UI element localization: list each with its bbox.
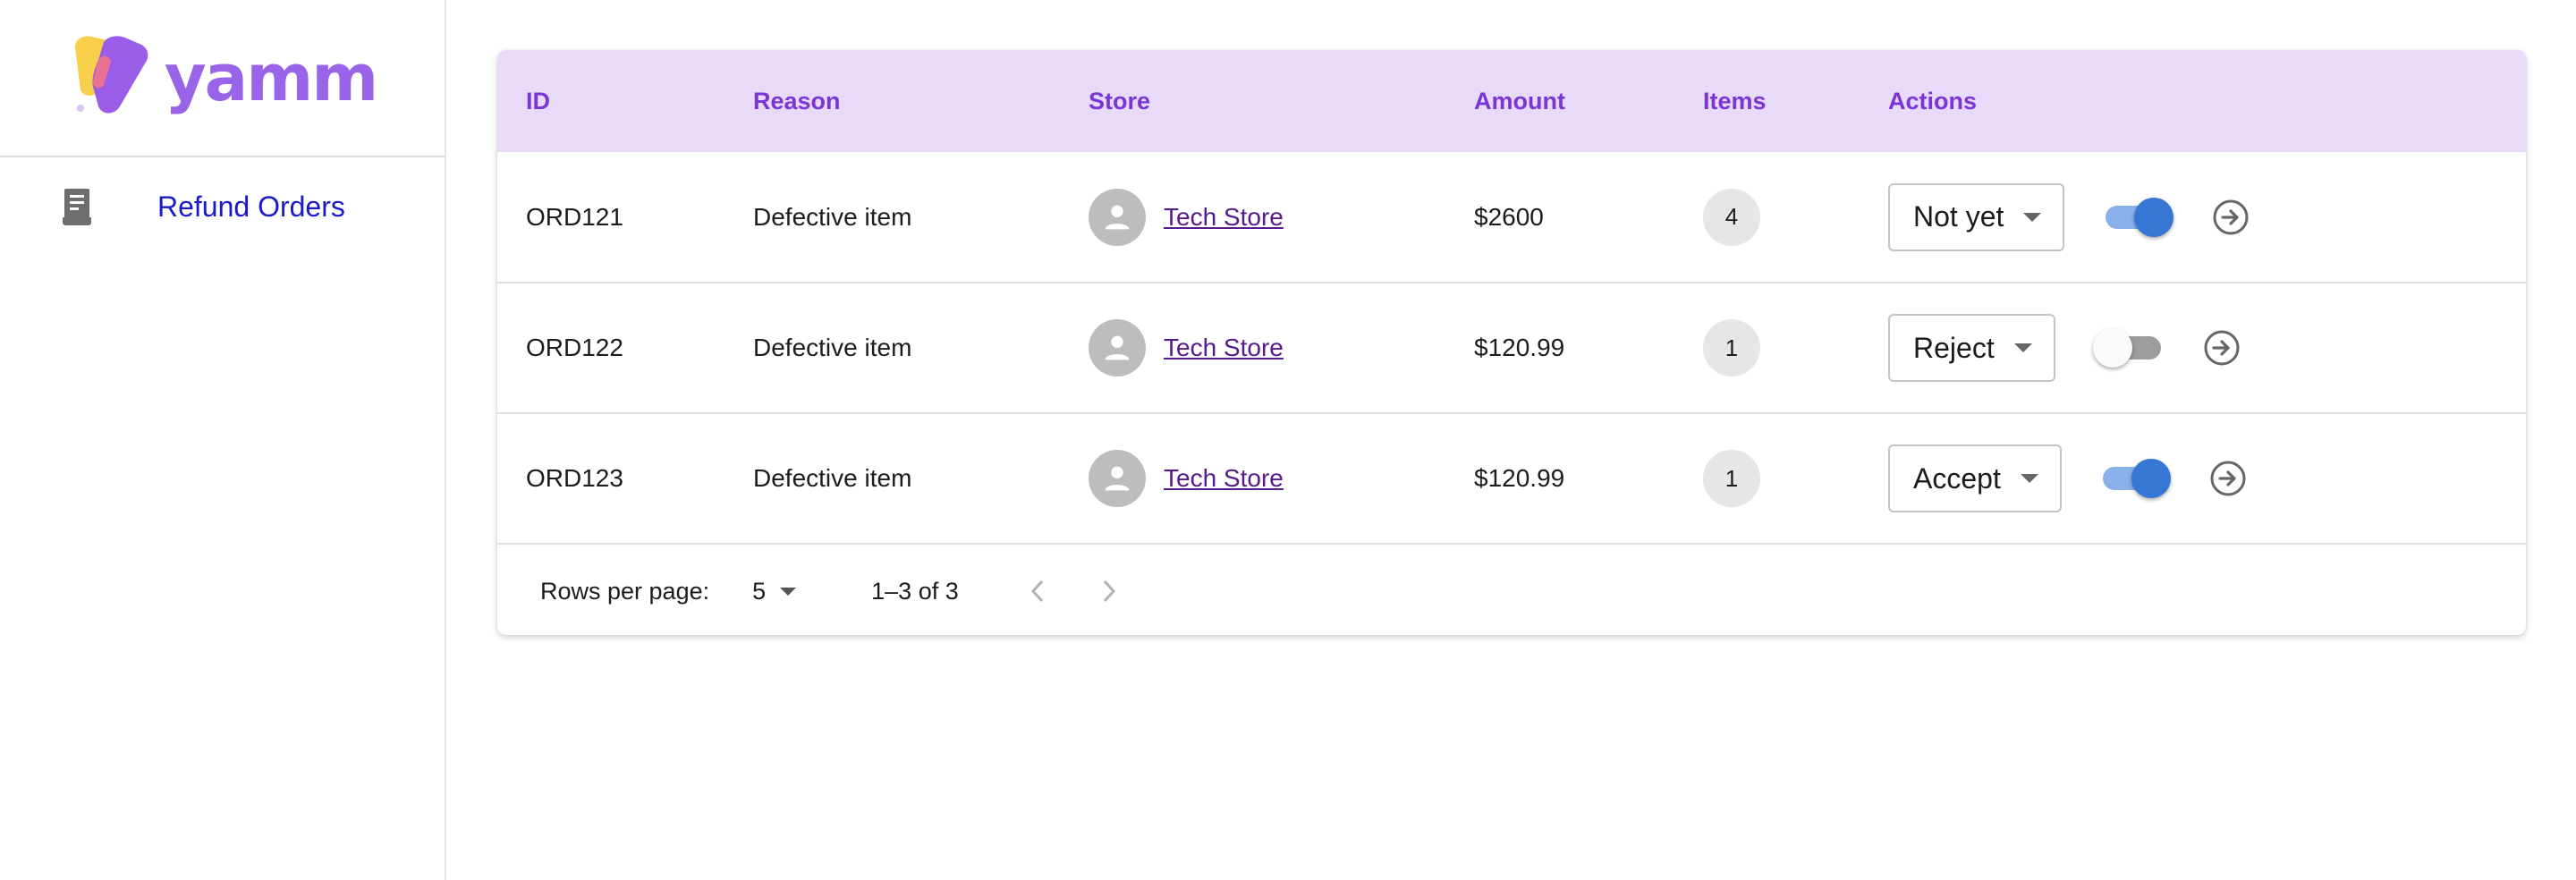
- active-toggle[interactable]: [2092, 328, 2165, 368]
- table-row: ORD122 Defective item Tech Store $120.99…: [497, 283, 2526, 413]
- rows-per-page-label: Rows per page:: [540, 577, 710, 605]
- toggle-thumb: [2092, 328, 2132, 368]
- store-link[interactable]: Tech Store: [1164, 464, 1284, 493]
- store-avatar-icon: [1089, 319, 1146, 377]
- column-header-id[interactable]: ID: [497, 50, 724, 152]
- logo-area: yamm: [0, 0, 445, 157]
- brand-logo[interactable]: yamm: [68, 35, 379, 121]
- sidebar-item-label: Refund Orders: [157, 190, 345, 223]
- column-header-actions: Actions: [1888, 87, 1978, 114]
- refund-amount: $120.99: [1474, 334, 1565, 361]
- sidebar-item-refund-orders[interactable]: Refund Orders: [0, 157, 445, 256]
- receipt-icon: [59, 187, 98, 226]
- rows-per-page-value: 5: [752, 577, 767, 605]
- store-avatar-icon: [1089, 188, 1146, 246]
- active-toggle[interactable]: [2102, 197, 2174, 237]
- logo-mark-icon: [74, 36, 148, 114]
- items-count-badge: 1: [1703, 319, 1760, 377]
- order-id: ORD121: [526, 202, 623, 231]
- items-cell: 1: [1674, 283, 1860, 413]
- next-page-button[interactable]: [1093, 575, 1125, 607]
- rows-per-page-select[interactable]: 5: [752, 577, 797, 605]
- arrow-right-circle-icon[interactable]: [2202, 328, 2241, 368]
- items-count-badge: 1: [1703, 450, 1760, 507]
- column-header-store[interactable]: Store: [1060, 50, 1445, 152]
- items-cell: 4: [1674, 152, 1860, 283]
- store-link[interactable]: Tech Store: [1164, 203, 1284, 232]
- app-root: yamm Refund Orders ID Reason Store Amoun…: [0, 0, 2576, 880]
- decision-select-value: Accept: [1913, 461, 2001, 495]
- actions-cell: Accept: [1860, 413, 2526, 544]
- chevron-right-icon: [1103, 580, 1115, 603]
- toggle-thumb: [2134, 197, 2174, 237]
- actions-cell: Reject: [1860, 283, 2526, 413]
- refund-reason: Defective item: [753, 334, 912, 361]
- table-pagination: Rows per page: 5 1–3 of 3: [497, 545, 2526, 635]
- brand-name: yamm: [164, 40, 379, 115]
- store-avatar-icon: [1089, 450, 1146, 507]
- column-header-items[interactable]: Items: [1674, 50, 1860, 152]
- previous-page-button[interactable]: [1021, 575, 1054, 607]
- toggle-thumb: [2131, 459, 2171, 498]
- refund-reason: Defective item: [753, 464, 912, 492]
- decision-select[interactable]: Not yet: [1888, 182, 2065, 251]
- active-toggle[interactable]: [2099, 459, 2171, 498]
- arrow-right-circle-icon[interactable]: [2208, 459, 2248, 498]
- column-header-amount[interactable]: Amount: [1445, 50, 1674, 152]
- column-header-reason[interactable]: Reason: [724, 50, 1060, 152]
- arrow-right-circle-icon[interactable]: [2211, 198, 2250, 237]
- decision-select[interactable]: Accept: [1888, 444, 2062, 512]
- actions-cell: Not yet: [1860, 152, 2526, 283]
- table-row: ORD123 Defective item Tech Store $120.99…: [497, 413, 2526, 544]
- decision-select-value: Not yet: [1913, 200, 2004, 233]
- items-cell: 1: [1674, 413, 1860, 544]
- order-id: ORD123: [526, 464, 623, 492]
- chevron-left-icon: [1030, 580, 1043, 603]
- table-header: ID Reason Store Amount Items Actions: [497, 50, 2526, 152]
- table-body: ORD121 Defective item Tech Store $2600 4: [497, 152, 2526, 544]
- pagination-range: 1–3 of 3: [871, 577, 959, 605]
- store-cell: Tech Store: [1060, 152, 1445, 283]
- chevron-down-icon: [780, 587, 797, 596]
- refund-amount: $2600: [1474, 202, 1544, 231]
- refund-orders-table: ID Reason Store Amount Items Actions ORD…: [497, 50, 2526, 545]
- store-cell: Tech Store: [1060, 413, 1445, 544]
- refund-amount: $120.99: [1474, 464, 1565, 492]
- chevron-down-icon: [2020, 474, 2038, 483]
- order-id: ORD122: [526, 334, 623, 361]
- sidebar: yamm Refund Orders: [0, 0, 446, 880]
- items-count-badge: 4: [1703, 188, 1760, 246]
- refund-reason: Defective item: [753, 202, 912, 231]
- chevron-down-icon: [2023, 212, 2042, 222]
- chevron-down-icon: [2013, 343, 2032, 352]
- refund-orders-table-card: ID Reason Store Amount Items Actions ORD…: [497, 50, 2526, 635]
- store-link[interactable]: Tech Store: [1164, 334, 1284, 362]
- store-cell: Tech Store: [1060, 283, 1445, 413]
- table-header-row: ID Reason Store Amount Items Actions: [497, 50, 2526, 152]
- table-row: ORD121 Defective item Tech Store $2600 4: [497, 152, 2526, 283]
- decision-select-value: Reject: [1913, 331, 1995, 364]
- decision-select[interactable]: Reject: [1888, 314, 2055, 382]
